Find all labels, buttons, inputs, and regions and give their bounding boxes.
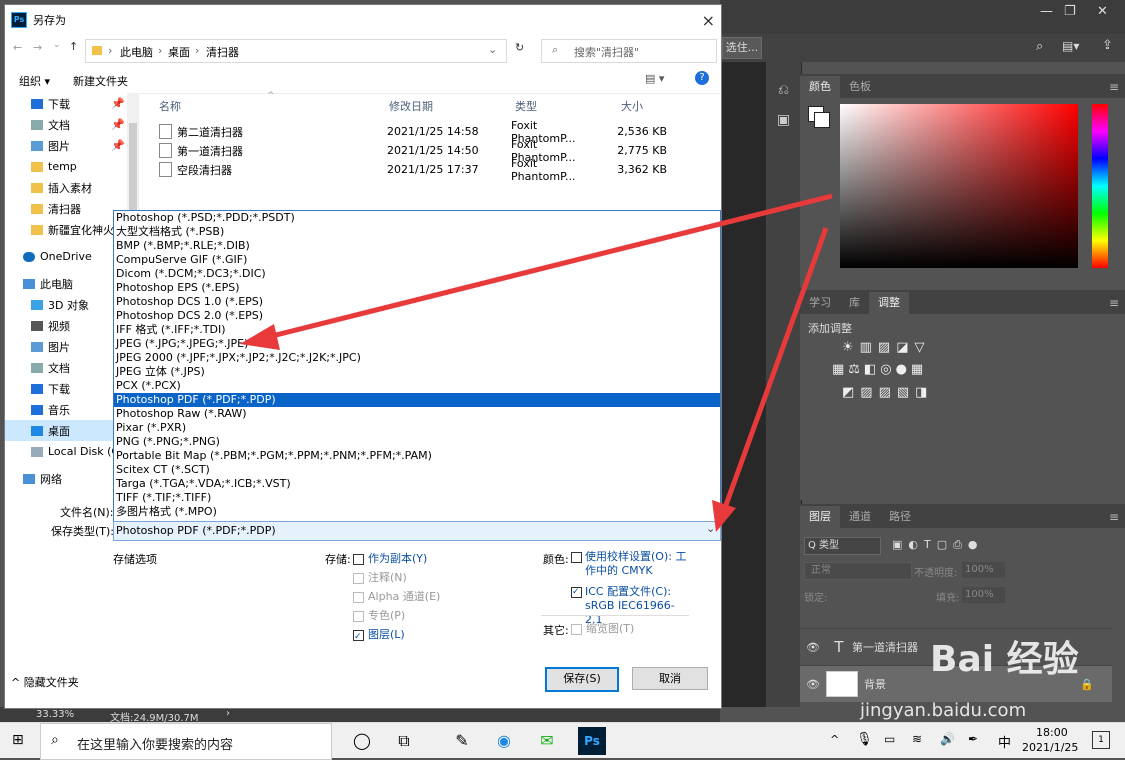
taskbar-search[interactable]: ⌕ 在这里输入你要搜索的内容 — [40, 723, 332, 760]
task-view-icon[interactable]: ⧉ — [390, 727, 418, 755]
chevron-up-icon[interactable]: ^ — [830, 733, 839, 746]
windows-start-icon[interactable]: ⊞ — [12, 732, 24, 748]
volume-icon[interactable]: 🔊 — [940, 732, 955, 746]
battery-icon[interactable]: ▭ — [884, 732, 895, 746]
arrowhead-icon — [712, 500, 736, 532]
clock-time[interactable]: 18:00 — [1036, 726, 1068, 739]
taskbar-search-text: 在这里输入你要搜索的内容 — [77, 738, 234, 753]
arrow-line-to-type — [723, 227, 829, 506]
app-icon[interactable]: ✎ — [448, 727, 476, 755]
wifi-icon[interactable]: ≋ — [912, 732, 922, 746]
ime-indicator[interactable]: 中 — [998, 732, 1011, 751]
cortana-icon[interactable]: ◯ — [348, 727, 376, 755]
microphone-icon[interactable]: 🎙 — [856, 732, 873, 747]
photoshop-taskbar-icon[interactable]: Ps — [578, 727, 606, 755]
wechat-icon[interactable]: ✉ — [533, 727, 561, 755]
pen-icon[interactable]: ✒ — [968, 732, 978, 746]
edge-icon[interactable]: ◉ — [490, 727, 518, 755]
clock-date[interactable]: 2021/1/25 — [1022, 741, 1078, 754]
notification-icon[interactable]: 1 — [1092, 731, 1110, 749]
baidu-watermark: Bai 经验 — [930, 639, 1079, 680]
arrowhead-icon — [240, 324, 280, 350]
arrow-line-to-jpeg — [267, 193, 833, 340]
taskbar: ⊞ ⌕ 在这里输入你要搜索的内容 ◯ ⧉ ✎ ◉ ✉ Ps ^ 🎙 ▭ ≋ 🔊 … — [0, 722, 1125, 760]
watermark-url: jingyan.baidu.com — [860, 700, 1027, 721]
search-icon: ⌕ — [51, 732, 59, 748]
